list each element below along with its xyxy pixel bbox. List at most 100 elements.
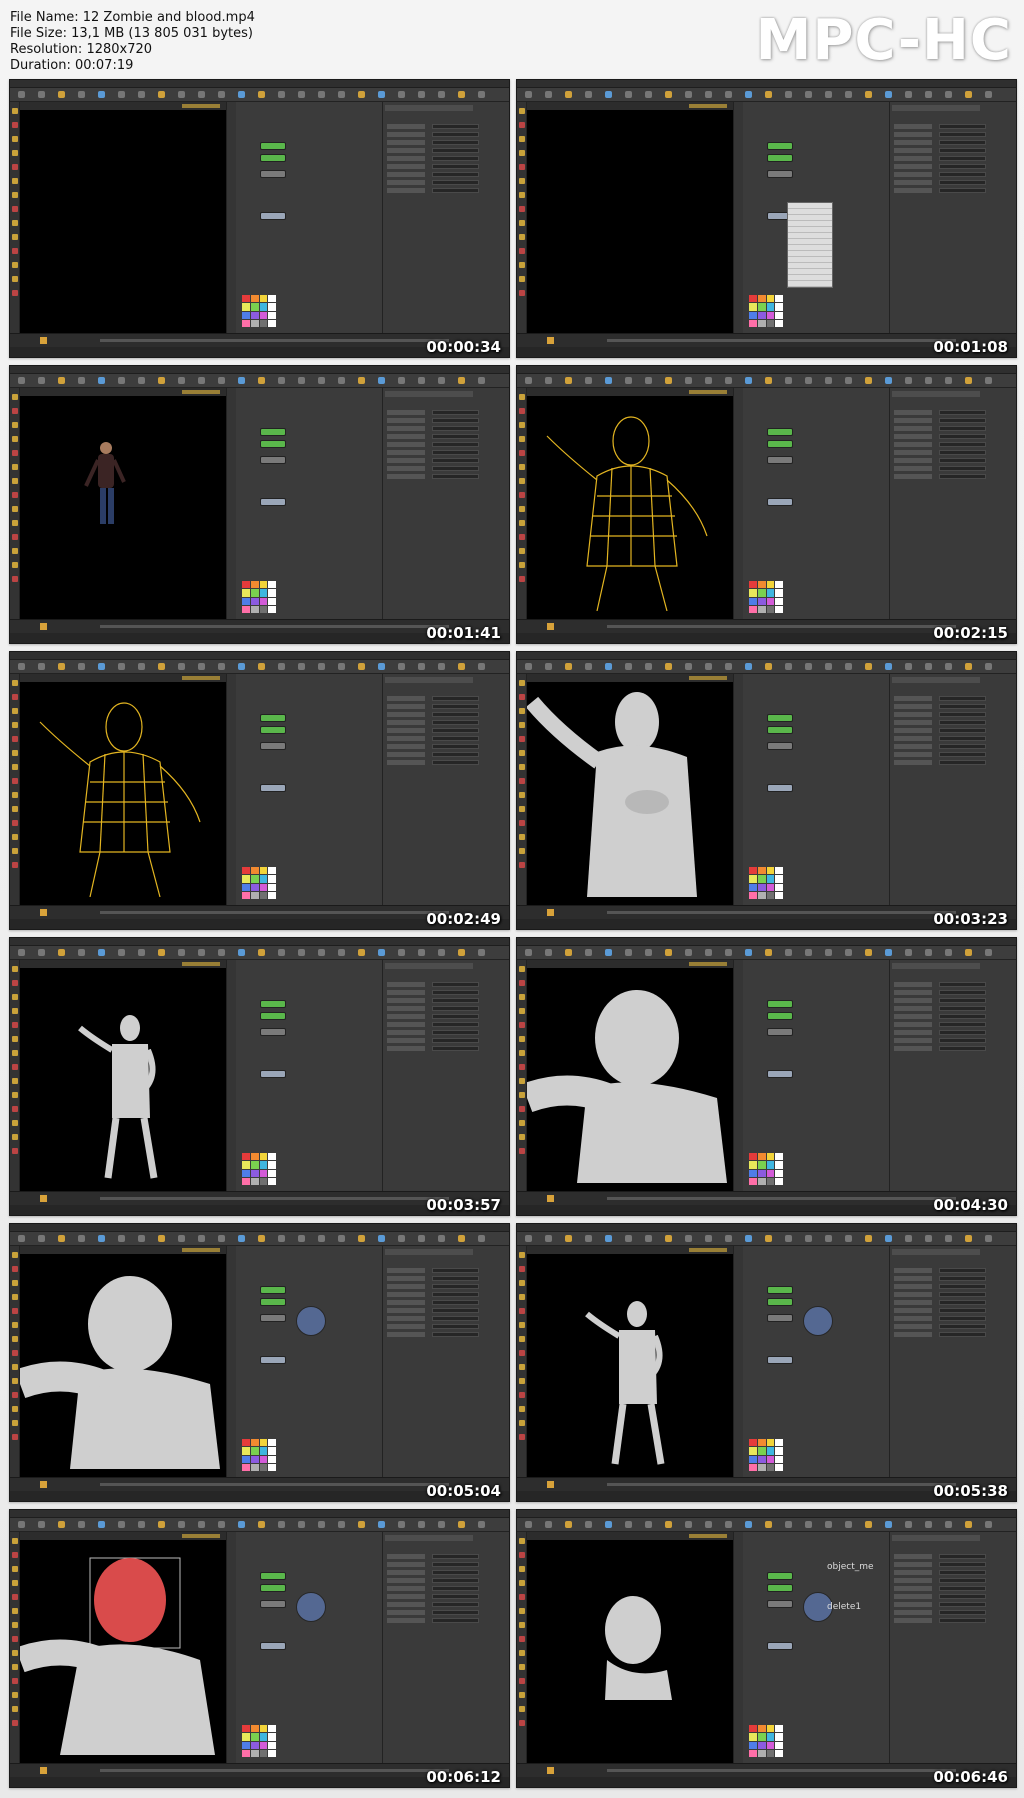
parameter-row[interactable] bbox=[894, 760, 1012, 765]
shelf-tool-icon[interactable] bbox=[585, 1235, 592, 1242]
palette-swatch[interactable] bbox=[757, 1733, 766, 1741]
tool-icon[interactable] bbox=[519, 1664, 525, 1670]
tool-icon[interactable] bbox=[12, 1392, 18, 1398]
palette-swatch[interactable] bbox=[242, 605, 250, 613]
parameter-row[interactable] bbox=[894, 418, 1012, 423]
parameter-field[interactable] bbox=[938, 696, 987, 701]
shelf-tool-icon[interactable] bbox=[925, 1235, 932, 1242]
parameter-row[interactable] bbox=[894, 1594, 1012, 1599]
shelf-tool-icon[interactable] bbox=[665, 1235, 672, 1242]
parameter-row[interactable] bbox=[894, 458, 1012, 463]
tool-icon[interactable] bbox=[519, 1134, 525, 1140]
palette-swatch[interactable] bbox=[250, 875, 259, 883]
parameter-row[interactable] bbox=[894, 1332, 1012, 1337]
shelf-tool-icon[interactable] bbox=[725, 1521, 732, 1528]
viewport-camera-tag[interactable] bbox=[689, 390, 727, 394]
shelf-tool-icon[interactable] bbox=[278, 377, 285, 384]
video-thumbnail[interactable]: 00:05:38 bbox=[516, 1223, 1017, 1502]
shelf-tool-icon[interactable] bbox=[945, 1521, 952, 1528]
tool-icon[interactable] bbox=[12, 262, 18, 268]
tool-icon[interactable] bbox=[519, 136, 525, 142]
palette-swatch[interactable] bbox=[766, 891, 775, 899]
parameter-row[interactable] bbox=[894, 1022, 1012, 1027]
parameter-field[interactable] bbox=[431, 736, 480, 741]
palette-swatch[interactable] bbox=[757, 1455, 766, 1463]
network-node[interactable] bbox=[767, 1572, 793, 1580]
palette-swatch[interactable] bbox=[250, 1725, 259, 1733]
shelf-tool-icon[interactable] bbox=[478, 1235, 485, 1242]
parameter-row[interactable] bbox=[894, 140, 1012, 145]
tool-icon[interactable] bbox=[12, 408, 18, 414]
palette-swatch[interactable] bbox=[775, 1463, 783, 1471]
shelf-tool-icon[interactable] bbox=[725, 949, 732, 956]
network-node[interactable] bbox=[260, 440, 286, 448]
tool-icon[interactable] bbox=[519, 1706, 525, 1712]
shelf-tool-icon[interactable] bbox=[358, 663, 365, 670]
network-node[interactable] bbox=[767, 1314, 793, 1322]
tool-icon[interactable] bbox=[12, 1608, 18, 1614]
parameter-row[interactable] bbox=[894, 1014, 1012, 1019]
palette-swatch[interactable] bbox=[250, 311, 259, 319]
shelf-tool-icon[interactable] bbox=[925, 663, 932, 670]
tool-icon[interactable] bbox=[12, 436, 18, 442]
palette-swatch[interactable] bbox=[259, 1153, 268, 1161]
tool-icon[interactable] bbox=[519, 178, 525, 184]
parameter-row[interactable] bbox=[894, 1570, 1012, 1575]
parameter-row[interactable] bbox=[894, 132, 1012, 137]
shelf-tool-icon[interactable] bbox=[118, 377, 125, 384]
viewport-camera-tag[interactable] bbox=[182, 962, 220, 966]
shelf-tool-icon[interactable] bbox=[58, 1235, 65, 1242]
palette-swatch[interactable] bbox=[749, 1749, 757, 1757]
parameter-field[interactable] bbox=[431, 752, 480, 757]
shelf-tool-icon[interactable] bbox=[398, 1521, 405, 1528]
shelf-tool-icon[interactable] bbox=[825, 949, 832, 956]
tool-icon[interactable] bbox=[519, 862, 525, 868]
palette-swatch[interactable] bbox=[259, 867, 268, 875]
palette-swatch[interactable] bbox=[268, 303, 276, 311]
shelf-tool-icon[interactable] bbox=[418, 91, 425, 98]
network-node[interactable] bbox=[767, 1600, 793, 1608]
parameter-row[interactable] bbox=[387, 124, 505, 129]
tool-icon[interactable] bbox=[12, 422, 18, 428]
shelf-tool-icon[interactable] bbox=[178, 949, 185, 956]
parameter-row[interactable] bbox=[387, 1554, 505, 1559]
tool-icon[interactable] bbox=[12, 1636, 18, 1642]
palette-swatch[interactable] bbox=[250, 1161, 259, 1169]
parameter-row[interactable] bbox=[894, 1268, 1012, 1273]
play-button[interactable] bbox=[547, 337, 554, 344]
palette-swatch[interactable] bbox=[250, 891, 259, 899]
tool-icon[interactable] bbox=[12, 848, 18, 854]
parameter-row[interactable] bbox=[894, 1578, 1012, 1583]
tool-icon[interactable] bbox=[12, 206, 18, 212]
parameter-row[interactable] bbox=[387, 418, 505, 423]
palette-swatch[interactable] bbox=[766, 319, 775, 327]
palette-swatch[interactable] bbox=[775, 1169, 783, 1177]
tool-icon[interactable] bbox=[519, 1280, 525, 1286]
tool-icon[interactable] bbox=[519, 1538, 525, 1544]
shelf-tool-icon[interactable] bbox=[298, 1521, 305, 1528]
timeline-track[interactable] bbox=[100, 339, 449, 342]
parameter-row[interactable] bbox=[387, 704, 505, 709]
parameter-row[interactable] bbox=[387, 1308, 505, 1313]
network-node[interactable] bbox=[260, 456, 286, 464]
network-editor[interactable] bbox=[236, 388, 382, 619]
viewport-camera-tag[interactable] bbox=[182, 1534, 220, 1538]
palette-swatch[interactable] bbox=[757, 605, 766, 613]
parameter-field[interactable] bbox=[431, 1014, 480, 1019]
tool-icon[interactable] bbox=[12, 108, 18, 114]
shelf-tool-icon[interactable] bbox=[685, 1235, 692, 1242]
palette-swatch[interactable] bbox=[250, 1733, 259, 1741]
shelf-tool-icon[interactable] bbox=[278, 1235, 285, 1242]
context-menu-item[interactable] bbox=[788, 281, 832, 287]
parameter-editor[interactable] bbox=[382, 674, 509, 905]
parameter-row[interactable] bbox=[387, 1284, 505, 1289]
parameter-field[interactable] bbox=[431, 466, 480, 471]
parameter-row[interactable] bbox=[894, 148, 1012, 153]
parameter-editor[interactable] bbox=[382, 960, 509, 1191]
tool-icon[interactable] bbox=[12, 1266, 18, 1272]
parameter-editor[interactable] bbox=[382, 1246, 509, 1477]
palette-swatch[interactable] bbox=[749, 605, 757, 613]
palette-swatch[interactable] bbox=[268, 1447, 276, 1455]
parameter-editor[interactable] bbox=[889, 960, 1016, 1191]
tool-icon[interactable] bbox=[12, 750, 18, 756]
